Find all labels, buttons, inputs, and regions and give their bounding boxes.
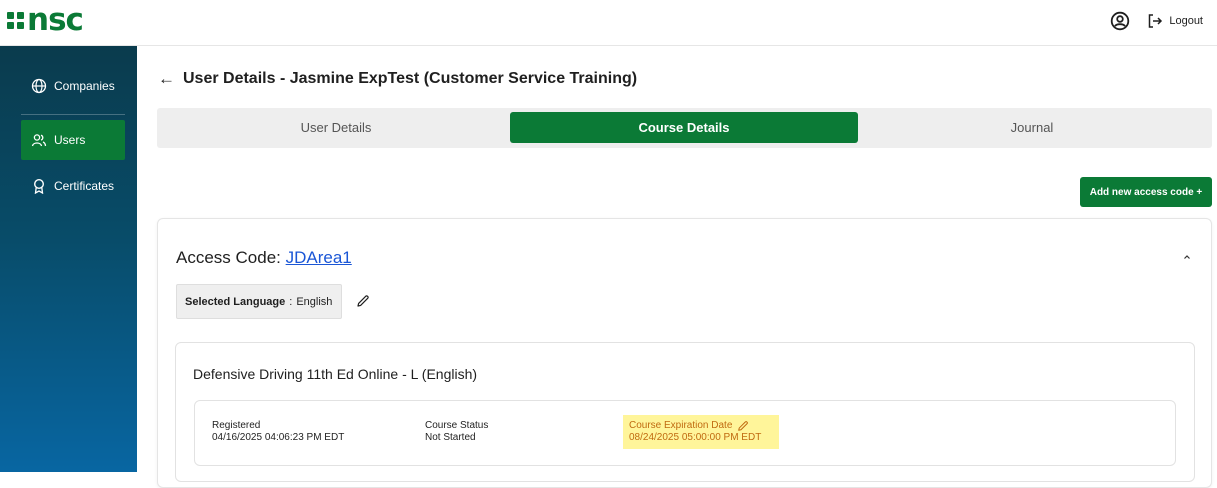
course-card: Defensive Driving 11th Ed Online - L (En… — [175, 342, 1195, 482]
access-code-link[interactable]: JDArea1 — [286, 248, 352, 267]
page-title-text: User Details - Jasmine ExpTest (Customer… — [183, 70, 638, 87]
page-title: ← User Details - Jasmine ExpTest (Custom… — [158, 69, 637, 89]
logout-icon — [1149, 14, 1163, 28]
add-access-code-button[interactable]: Add new access code + — [1080, 177, 1212, 207]
top-header: nsc Logout — [0, 0, 1217, 46]
edit-expiration-pencil-icon[interactable] — [737, 420, 749, 432]
tab-label: Journal — [1010, 120, 1054, 135]
tab-label: User Details — [300, 120, 372, 135]
tab-user-details[interactable]: User Details — [165, 112, 507, 143]
course-title: Defensive Driving 11th Ed Online - L (En… — [193, 366, 478, 382]
tab-bar: User Details Course Details Journal — [157, 108, 1212, 148]
user-account-icon[interactable] — [1110, 11, 1130, 31]
edit-language-pencil-icon[interactable] — [356, 294, 370, 308]
course-detail-panel: Registered 04/16/2025 04:06:23 PM EDT Co… — [194, 400, 1176, 466]
tab-course-details[interactable]: Course Details — [510, 112, 858, 143]
sidebar-item-label: Users — [54, 133, 86, 147]
chevron-up-icon[interactable] — [1182, 252, 1192, 262]
course-status-column: Course Status Not Started — [425, 420, 488, 444]
globe-icon — [31, 78, 47, 94]
sidebar-divider — [21, 114, 125, 115]
logout-label: Logout — [1169, 15, 1203, 27]
access-code-card: Access Code: JDArea1 Selected Language :… — [157, 218, 1212, 488]
award-icon — [33, 178, 45, 194]
back-arrow-icon[interactable]: ← — [158, 69, 175, 89]
users-icon — [31, 134, 47, 147]
course-expiration-value: 08/24/2025 05:00:00 PM EDT — [629, 432, 762, 443]
registered-column: Registered 04/16/2025 04:06:23 PM EDT — [212, 420, 344, 444]
sidebar-item-users[interactable]: Users — [21, 120, 125, 160]
selected-language-box: Selected Language : English — [176, 284, 342, 319]
sidebar-item-label: Certificates — [54, 179, 115, 193]
course-expiration-highlight: Course Expiration Date 08/24/2025 05:00:… — [623, 415, 779, 449]
registered-label: Registered — [212, 420, 261, 431]
logo-text: nsc — [27, 2, 84, 38]
course-expiration-label: Course Expiration Date — [629, 420, 733, 431]
selected-language-label: Selected Language — [185, 295, 286, 308]
registered-value: 04/16/2025 04:06:23 PM EDT — [212, 432, 345, 443]
sidebar-item-companies[interactable]: Companies — [21, 66, 125, 106]
logo-dots-icon — [7, 11, 24, 29]
sidebar-item-certificates[interactable]: Certificates — [21, 166, 125, 206]
logout-button[interactable]: Logout — [1146, 12, 1203, 30]
nsc-logo[interactable]: nsc — [7, 2, 84, 38]
access-code-label: Access Code: — [176, 248, 281, 267]
selected-language-separator: : — [289, 295, 293, 308]
course-status-value: Not Started — [425, 432, 476, 443]
sidebar: Companies Users Certificates — [0, 46, 137, 472]
access-code-heading: Access Code: JDArea1 — [176, 248, 352, 268]
course-status-label: Course Status — [425, 420, 489, 431]
tab-journal[interactable]: Journal — [861, 112, 1203, 143]
tab-label: Course Details — [638, 120, 730, 135]
selected-language-value: English — [296, 295, 333, 308]
sidebar-item-label: Companies — [54, 79, 115, 93]
